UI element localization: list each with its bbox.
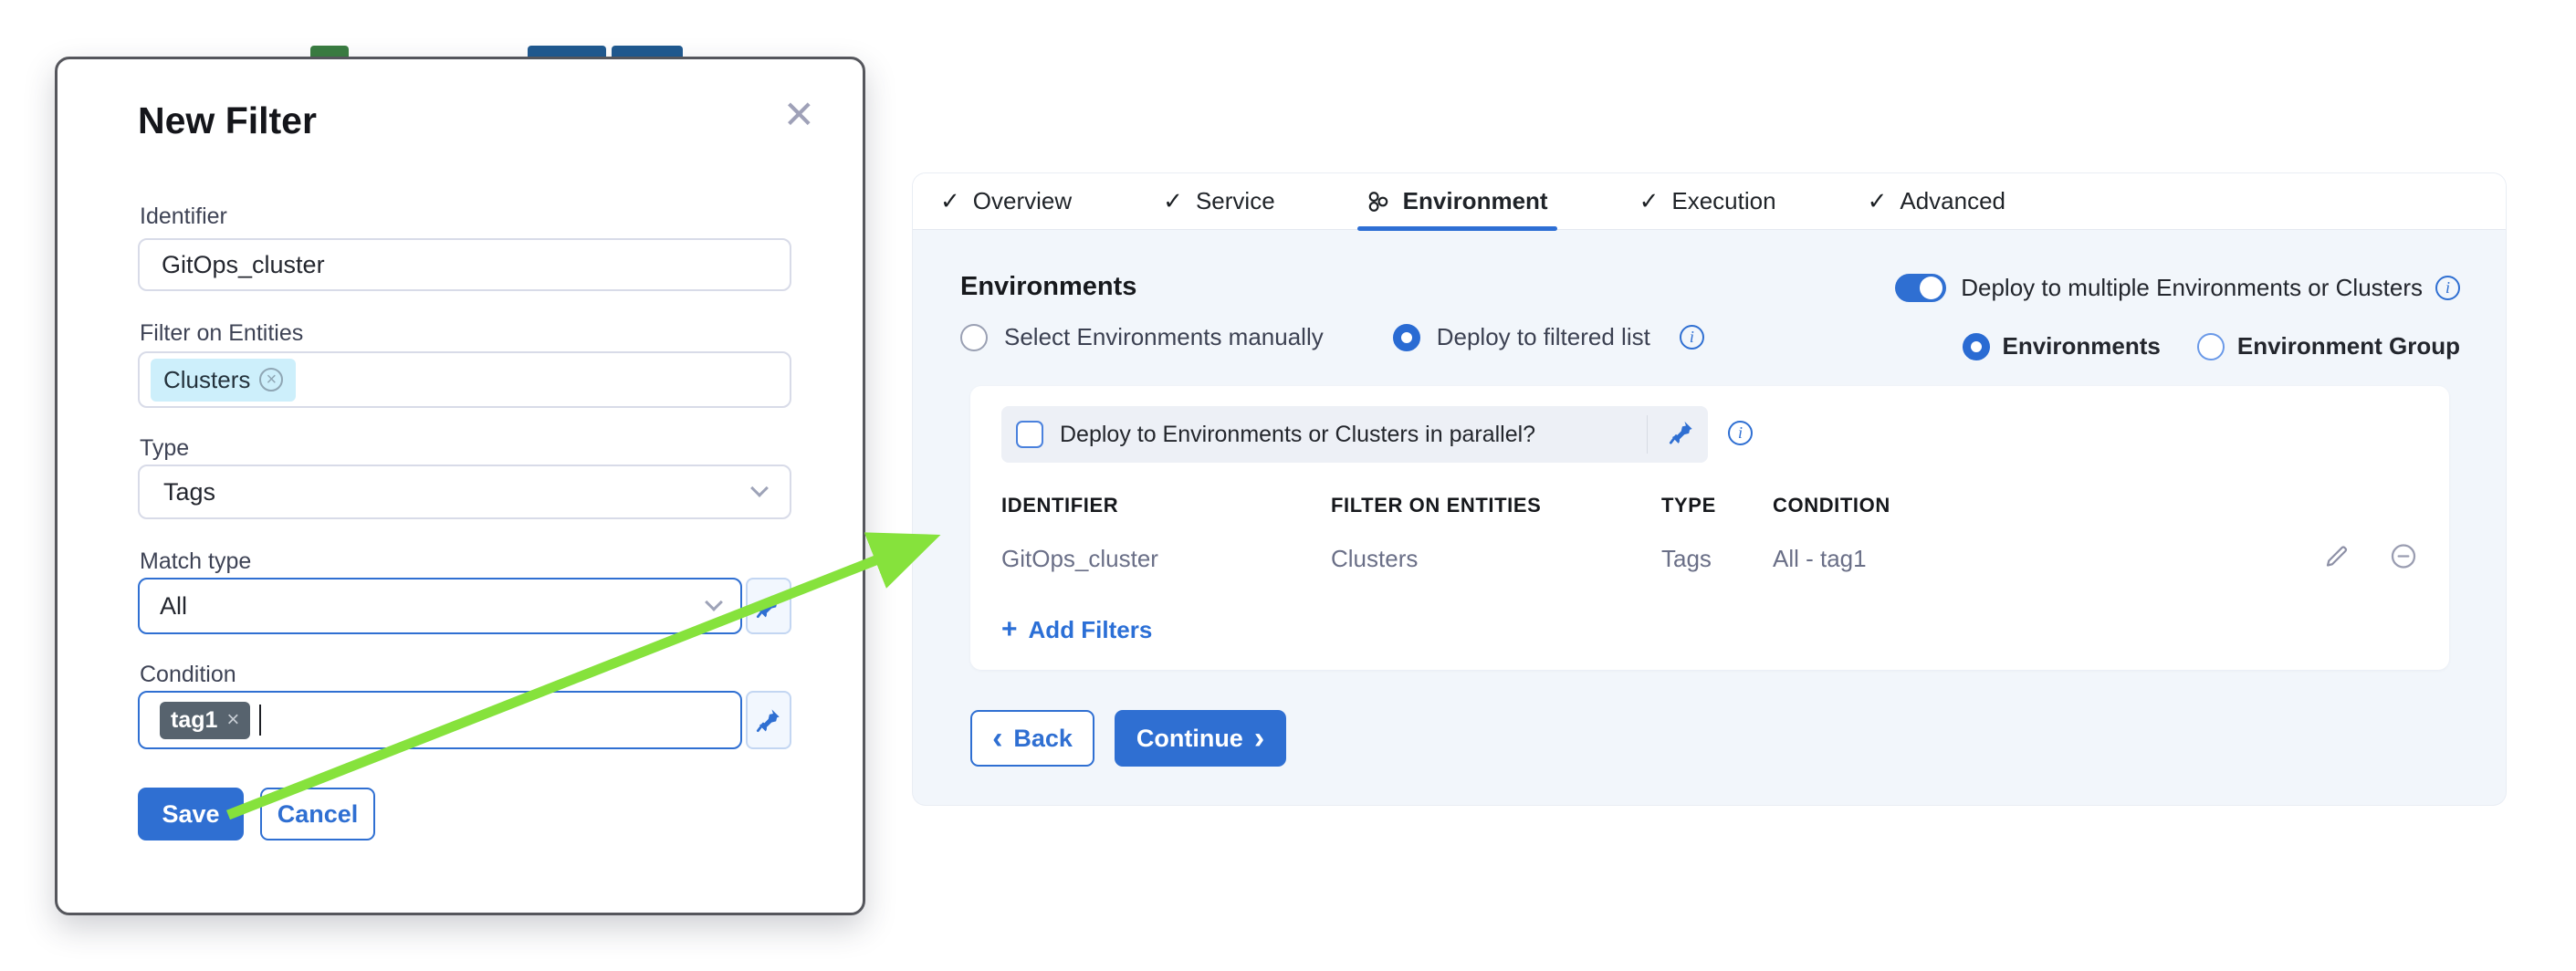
continue-button-label: Continue <box>1136 725 1243 753</box>
chevron-down-icon <box>705 593 723 611</box>
page: ✕ New Filter Identifier Filter on Entiti… <box>0 0 2576 971</box>
condition-label: Condition <box>140 662 236 688</box>
deploy-multiple-toggle[interactable] <box>1895 274 1946 302</box>
chevron-down-icon <box>750 479 769 497</box>
match-type-label: Match type <box>140 548 251 575</box>
chevron-left-icon: ‹ <box>992 725 1002 752</box>
environment-group-radio-label: Environment Group <box>2237 332 2460 360</box>
filter-on-entities-input[interactable]: Clusters × <box>138 351 791 408</box>
condition-field-group: tag1 × <box>138 691 791 749</box>
chevron-right-icon: › <box>1254 725 1264 752</box>
select-environments-manually-label: Select Environments manually <box>1004 323 1324 351</box>
cell-type: Tags <box>1661 545 1773 573</box>
chip-remove-icon[interactable]: × <box>226 707 239 733</box>
cancel-button[interactable]: Cancel <box>260 788 375 840</box>
tab-label: Service <box>1196 187 1275 215</box>
col-identifier: IDENTIFIER <box>1001 494 1331 517</box>
identifier-label: Identifier <box>140 204 227 230</box>
deploy-mode-radio-group: Select Environments manually Deploy to f… <box>960 323 1704 351</box>
tab-environment[interactable]: Environment <box>1361 173 1554 230</box>
match-type-field-group: All <box>138 578 791 634</box>
select-environments-manually-radio[interactable] <box>960 324 988 351</box>
filters-card: Deploy to Environments or Clusters in pa… <box>970 386 2449 670</box>
continue-button[interactable]: Continue › <box>1115 710 1286 767</box>
environments-radio-label: Environments <box>2003 332 2161 360</box>
tag1-chip-label: tag1 <box>171 707 217 734</box>
info-icon[interactable]: i <box>2435 276 2460 300</box>
type-select[interactable]: Tags <box>138 465 791 519</box>
type-label: Type <box>140 435 189 462</box>
tab-advanced[interactable]: ✓ Advanced <box>1862 173 2011 230</box>
environment-group-radio[interactable] <box>2197 333 2225 360</box>
check-icon: ✓ <box>940 187 960 215</box>
col-condition: CONDITION <box>1773 494 2449 517</box>
chip-remove-icon[interactable]: × <box>259 368 283 392</box>
cell-filter-on-entities: Clusters <box>1331 545 1661 573</box>
condition-input[interactable]: tag1 × <box>138 691 742 749</box>
parallel-checkbox[interactable] <box>1016 421 1043 448</box>
col-filter-on-entities: FILTER ON ENTITIES <box>1331 494 1661 517</box>
deploy-multiple-label: Deploy to multiple Environments or Clust… <box>1961 274 2423 302</box>
multi-env-toggle-row: Deploy to multiple Environments or Clust… <box>1895 274 2460 302</box>
col-type: TYPE <box>1661 494 1773 517</box>
parallel-checkbox-row: Deploy to Environments or Clusters in pa… <box>1001 406 1708 463</box>
cell-identifier: GitOps_cluster <box>1001 545 1331 573</box>
parallel-pin-button[interactable] <box>1669 420 1694 450</box>
toggle-knob <box>1920 277 1942 299</box>
deploy-to-filtered-list-radio[interactable] <box>1393 324 1420 351</box>
match-type-value: All <box>160 592 187 621</box>
modal-title: New Filter <box>138 99 317 142</box>
clusters-chip-label: Clusters <box>163 366 250 394</box>
tag1-chip[interactable]: tag1 × <box>160 702 250 739</box>
tab-label: Advanced <box>1900 187 2005 215</box>
wizard-tabbar: ✓ Overview ✓ Service Environment ✓ Execu… <box>913 173 2506 230</box>
environment-step-panel: ✓ Overview ✓ Service Environment ✓ Execu… <box>913 173 2506 805</box>
type-select-value: Tags <box>163 478 215 506</box>
condition-pin-button[interactable] <box>746 691 791 749</box>
pin-icon <box>1669 420 1694 445</box>
deploy-to-filtered-list-label: Deploy to filtered list <box>1437 323 1650 351</box>
back-button[interactable]: ‹ Back <box>970 710 1094 767</box>
tab-execution[interactable]: ✓ Execution <box>1634 173 1782 230</box>
tab-label: Execution <box>1671 187 1775 215</box>
check-icon: ✓ <box>1163 187 1183 215</box>
match-type-select[interactable]: All <box>138 578 742 634</box>
divider <box>1647 415 1648 454</box>
table-row[interactable]: GitOps_cluster Clusters Tags All - tag1 <box>970 530 2449 587</box>
environment-icon <box>1367 190 1390 214</box>
pin-icon <box>756 707 781 733</box>
parallel-checkbox-label: Deploy to Environments or Clusters in pa… <box>1060 422 1535 448</box>
info-icon[interactable]: i <box>1680 325 1704 350</box>
add-filters-link[interactable]: + Add Filters <box>1001 614 1152 645</box>
env-or-group-radio-group: Environments Environment Group <box>1963 332 2461 360</box>
remove-icon[interactable] <box>2389 542 2418 576</box>
filters-table-header: IDENTIFIER FILTER ON ENTITIES TYPE CONDI… <box>970 494 2449 517</box>
environments-heading: Environments <box>960 272 1136 302</box>
info-icon[interactable]: i <box>1728 421 1753 445</box>
tab-label: Environment <box>1403 187 1548 215</box>
text-caret <box>259 705 261 736</box>
close-icon[interactable]: ✕ <box>783 96 815 134</box>
identifier-input[interactable] <box>138 238 791 291</box>
save-button[interactable]: Save <box>138 788 244 840</box>
pin-icon <box>756 593 781 619</box>
edit-icon[interactable] <box>2323 543 2351 575</box>
check-icon: ✓ <box>1639 187 1660 215</box>
clusters-chip[interactable]: Clusters × <box>151 359 296 402</box>
tab-service[interactable]: ✓ Service <box>1157 173 1281 230</box>
check-icon: ✓ <box>1868 187 1888 215</box>
filter-on-entities-label: Filter on Entities <box>140 320 303 347</box>
tab-label: Overview <box>973 187 1072 215</box>
plus-icon: + <box>1001 614 1018 645</box>
match-type-pin-button[interactable] <box>746 578 791 634</box>
add-filters-label: Add Filters <box>1029 616 1153 644</box>
back-button-label: Back <box>1013 725 1073 753</box>
new-filter-modal: ✕ New Filter Identifier Filter on Entiti… <box>55 57 865 915</box>
environments-radio[interactable] <box>1963 333 1990 360</box>
tab-overview[interactable]: ✓ Overview <box>935 173 1077 230</box>
